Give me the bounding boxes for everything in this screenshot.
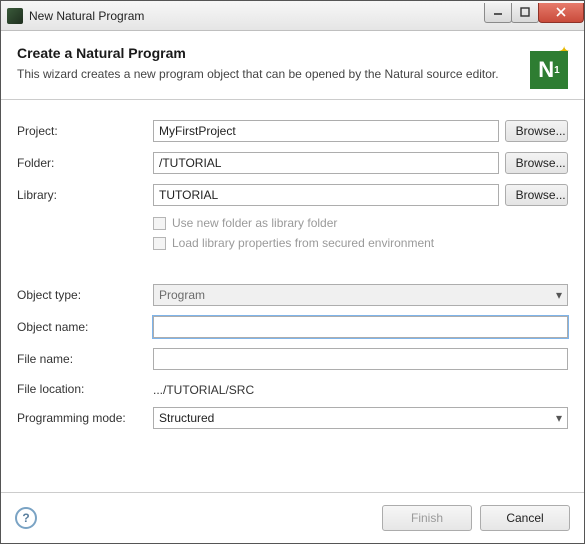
window-buttons	[485, 3, 584, 23]
window-titlebar: New Natural Program	[1, 1, 584, 31]
object-type-select: Program ▾	[153, 284, 568, 306]
close-button[interactable]	[538, 3, 584, 23]
wizard-header: Create a Natural Program This wizard cre…	[1, 31, 584, 100]
chevron-down-icon: ▾	[556, 288, 562, 302]
browse-project-button[interactable]: Browse...	[505, 120, 568, 142]
wizard-button-bar: ? Finish Cancel	[1, 492, 584, 543]
file-location-value: .../TUTORIAL/SRC	[153, 380, 254, 397]
checkbox-icon	[153, 237, 166, 250]
use-new-folder-checkbox: Use new folder as library folder	[153, 216, 568, 230]
file-name-input[interactable]	[153, 348, 568, 370]
programming-mode-value: Structured	[159, 411, 214, 425]
checkbox-icon	[153, 217, 166, 230]
file-name-label: File name:	[17, 352, 153, 366]
library-label: Library:	[17, 188, 153, 202]
wizard-icon: ✦ N1	[524, 45, 568, 89]
file-location-label: File location:	[17, 382, 153, 396]
object-name-input[interactable]	[153, 316, 568, 338]
use-new-folder-label: Use new folder as library folder	[172, 216, 337, 230]
library-input[interactable]	[153, 184, 499, 206]
page-title: Create a Natural Program	[17, 45, 512, 61]
finish-button[interactable]: Finish	[382, 505, 472, 531]
browse-library-button[interactable]: Browse...	[505, 184, 568, 206]
object-type-label: Object type:	[17, 288, 153, 302]
help-icon: ?	[22, 511, 29, 525]
object-type-value: Program	[159, 288, 205, 302]
window-title: New Natural Program	[29, 9, 485, 23]
load-library-props-label: Load library properties from secured env…	[172, 236, 434, 250]
wizard-form: Project: Browse... Folder: Browse... Lib…	[1, 100, 584, 492]
minimize-button[interactable]	[484, 3, 512, 23]
page-subtitle: This wizard creates a new program object…	[17, 67, 512, 81]
app-icon	[7, 8, 23, 24]
cancel-button[interactable]: Cancel	[480, 505, 570, 531]
project-label: Project:	[17, 124, 153, 138]
browse-folder-button[interactable]: Browse...	[505, 152, 568, 174]
maximize-button[interactable]	[511, 3, 539, 23]
project-input[interactable]	[153, 120, 499, 142]
object-name-label: Object name:	[17, 320, 153, 334]
load-library-props-checkbox: Load library properties from secured env…	[153, 236, 568, 250]
programming-mode-label: Programming mode:	[17, 411, 153, 425]
folder-input[interactable]	[153, 152, 499, 174]
programming-mode-select[interactable]: Structured ▾	[153, 407, 568, 429]
folder-label: Folder:	[17, 156, 153, 170]
chevron-down-icon: ▾	[556, 411, 562, 425]
help-button[interactable]: ?	[15, 507, 37, 529]
